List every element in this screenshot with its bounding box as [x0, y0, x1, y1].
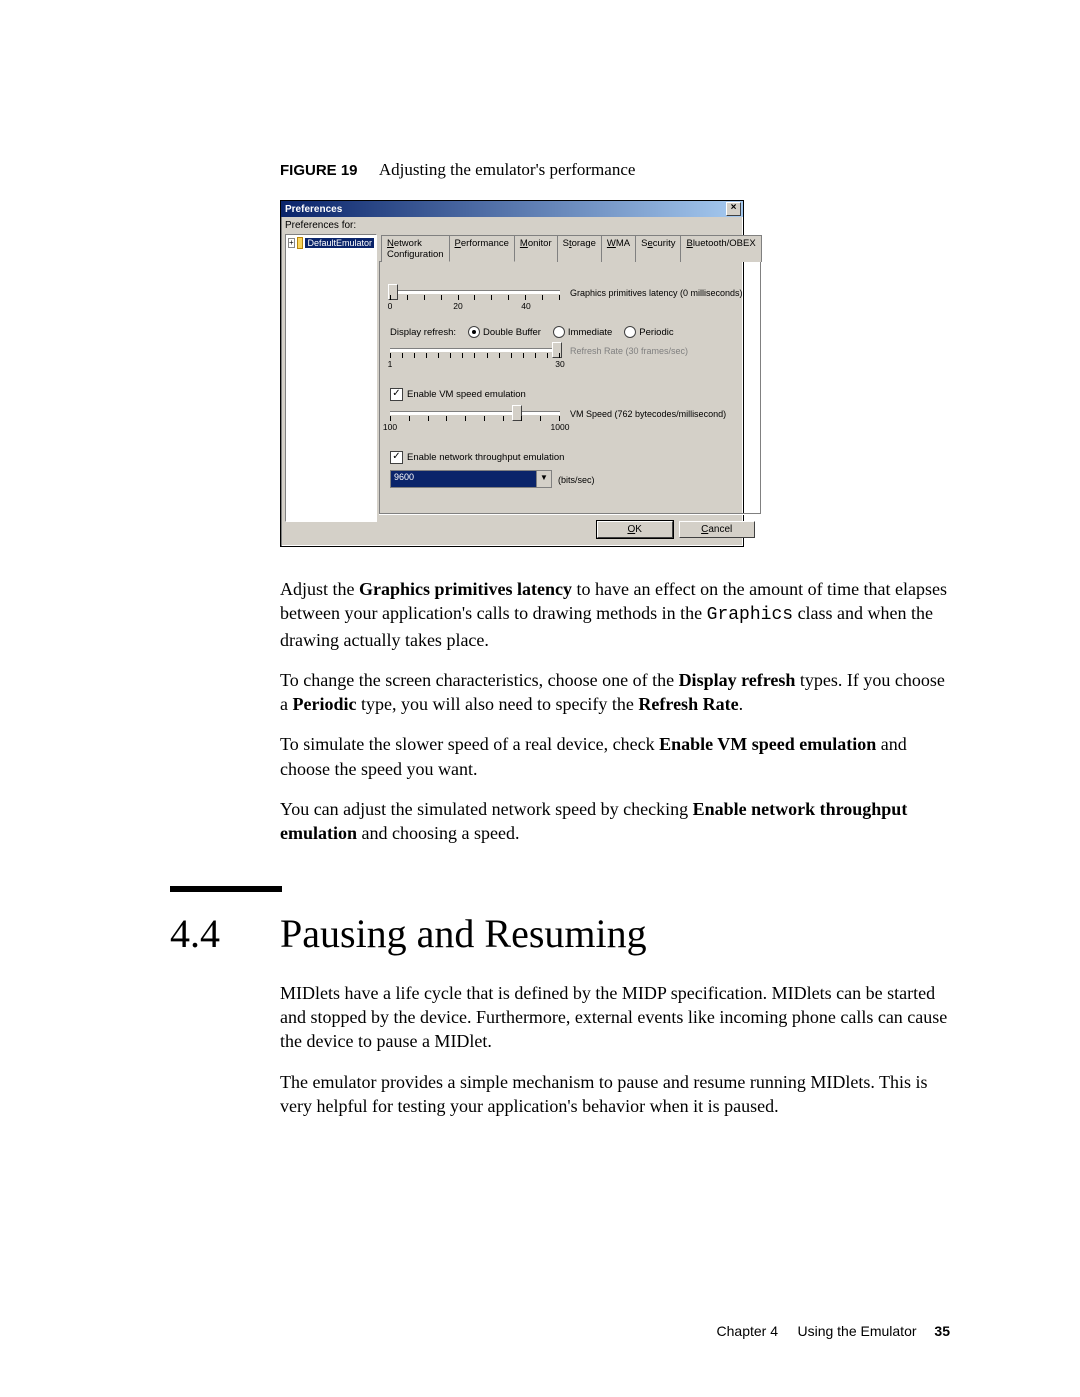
radio-double-buffer[interactable]: Double Buffer	[468, 326, 541, 338]
tick-label: 30	[555, 359, 564, 369]
tick-label: 40	[521, 301, 530, 311]
figure-caption-text: Adjusting the emulator's performance	[379, 160, 636, 179]
section-body: MIDlets have a life cycle that is define…	[280, 981, 950, 1118]
network-speed-value: 9600	[391, 471, 536, 487]
tab-security[interactable]: Security	[635, 235, 681, 262]
enable-vm-speed-checkbox[interactable]: ✓Enable VM speed emulation	[390, 388, 526, 401]
tick-label: 1	[388, 359, 393, 369]
refresh-rate-slider[interactable]: 1 30	[390, 344, 560, 366]
tick-label: 0	[388, 301, 393, 311]
section-title: Pausing and Resuming	[280, 910, 647, 957]
tick-label: 20	[453, 301, 462, 311]
page-footer: Chapter 4 Using the Emulator 35	[717, 1323, 950, 1339]
vm-speed-label: VM Speed (762 bytecodes/millisecond)	[570, 407, 726, 419]
tab-monitor[interactable]: Monitor	[514, 235, 558, 262]
paragraph: To simulate the slower speed of a real d…	[280, 732, 950, 781]
graphics-latency-label: Graphics primitives latency (0 milliseco…	[570, 286, 743, 298]
paragraph: To change the screen characteristics, ch…	[280, 668, 950, 717]
emulator-tree[interactable]: + DefaultEmulator	[285, 234, 377, 522]
paragraph: The emulator provides a simple mechanism…	[280, 1070, 950, 1119]
refresh-rate-label: Refresh Rate (30 frames/sec)	[570, 344, 688, 356]
tick-label: 100	[383, 422, 397, 432]
graphics-latency-slider[interactable]: 0 20 40	[390, 286, 560, 308]
folder-icon	[297, 237, 304, 249]
tab-bluetooth[interactable]: Bluetooth/OBEX	[680, 235, 761, 262]
paragraph: Adjust the Graphics primitives latency t…	[280, 577, 950, 652]
chevron-down-icon[interactable]: ▼	[536, 471, 551, 487]
tree-node-label: DefaultEmulator	[305, 238, 374, 248]
display-refresh-label: Display refresh:	[390, 327, 456, 338]
tree-node-default-emulator[interactable]: + DefaultEmulator	[288, 237, 374, 249]
figure-label: FIGURE 19	[280, 162, 358, 179]
body-text: Adjust the Graphics primitives latency t…	[280, 577, 950, 846]
preferences-window: Preferences × Preferences for: + Default…	[280, 200, 744, 547]
tab-storage[interactable]: Storage	[557, 235, 602, 262]
section-rule	[170, 886, 282, 892]
tab-bar: Network Configuration Performance Monito…	[379, 234, 761, 262]
tab-performance[interactable]: Performance	[449, 235, 515, 262]
preferences-for-label: Preferences for:	[281, 217, 743, 234]
tree-expand-icon[interactable]: +	[288, 238, 295, 248]
tab-wma[interactable]: WMA	[601, 235, 636, 262]
section-number: 4.4	[170, 910, 280, 957]
checkbox-label: Enable VM speed emulation	[407, 389, 526, 400]
radio-periodic[interactable]: Periodic	[624, 326, 673, 338]
paragraph: MIDlets have a life cycle that is define…	[280, 981, 950, 1054]
network-speed-combo[interactable]: 9600 ▼	[390, 470, 552, 488]
checkbox-label: Enable network throughput emulation	[407, 452, 564, 463]
window-titlebar[interactable]: Preferences ×	[281, 201, 743, 217]
window-title: Preferences	[285, 204, 342, 215]
cancel-button[interactable]: Cancel	[679, 521, 755, 538]
enable-network-throughput-checkbox[interactable]: ✓Enable network throughput emulation	[390, 451, 564, 464]
close-icon[interactable]: ×	[726, 202, 741, 216]
ok-button[interactable]: OK	[597, 521, 673, 538]
footer-chapter: Chapter 4	[717, 1323, 778, 1339]
radio-immediate[interactable]: Immediate	[553, 326, 612, 338]
performance-panel: 0 20 40 Graphics primitives latency (0 m…	[379, 262, 761, 514]
page-number: 35	[934, 1323, 950, 1339]
figure-caption: FIGURE 19 Adjusting the emulator's perfo…	[280, 160, 950, 180]
footer-title: Using the Emulator	[797, 1323, 916, 1339]
paragraph: You can adjust the simulated network spe…	[280, 797, 950, 846]
vm-speed-slider[interactable]: 100 1000	[390, 407, 560, 429]
tick-label: 1000	[551, 422, 570, 432]
section-heading: 4.4 Pausing and Resuming	[170, 910, 950, 957]
tab-network[interactable]: Network Configuration	[381, 235, 450, 262]
network-unit-label: (bits/sec)	[558, 473, 595, 485]
